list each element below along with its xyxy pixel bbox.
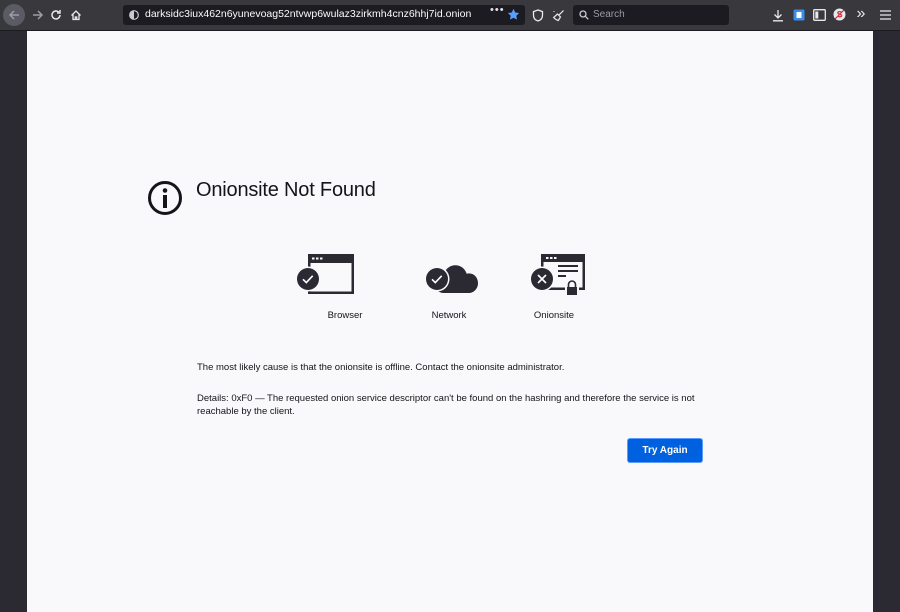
app-menu-button[interactable] (880, 9, 891, 20)
broom-icon (552, 9, 564, 21)
security-level-button[interactable] (531, 8, 544, 22)
browser-toolbar: darksidc3iux462n6yunevoag52ntvwp6wulaz3z… (0, 0, 900, 31)
arrow-right-icon (33, 10, 44, 20)
connection-node-onionsite (519, 253, 599, 304)
error-details-text: Details: 0xF0 — The requested onion serv… (197, 393, 695, 417)
try-again-button[interactable]: Try Again (628, 439, 702, 462)
home-button[interactable] (66, 5, 86, 25)
sidebar-button[interactable] (812, 8, 826, 21)
downloads-button[interactable] (771, 8, 784, 22)
page-actions-button[interactable]: ••• (490, 5, 505, 16)
onion-identity-icon[interactable] (129, 10, 139, 20)
back-button[interactable] (3, 4, 25, 26)
reload-icon (51, 10, 61, 20)
overflow-menu-button[interactable]: » (854, 6, 868, 22)
connection-label-network: Network (431, 310, 467, 321)
search-icon (579, 10, 589, 20)
extension-button[interactable] (792, 8, 805, 21)
bookmark-star-button[interactable] (507, 8, 520, 21)
shield-icon (532, 8, 543, 22)
error-page: Onionsite Not Found Browser Network Onio… (27, 31, 873, 612)
home-icon (71, 10, 81, 21)
forward-button[interactable] (28, 5, 48, 25)
server-lock-icon (529, 254, 585, 295)
page-title: Onionsite Not Found (196, 179, 376, 201)
connection-node-network (414, 253, 494, 302)
star-icon (507, 8, 520, 20)
connection-label-onionsite: Onionsite (533, 310, 575, 321)
new-identity-button[interactable] (551, 8, 565, 22)
reload-button[interactable] (46, 5, 66, 25)
error-cause-text: The most likely cause is that the onions… (197, 362, 565, 373)
noscript-button[interactable] (833, 8, 846, 21)
url-bar[interactable]: darksidc3iux462n6yunevoag52ntvwp6wulaz3z… (123, 5, 525, 25)
connection-label-browser: Browser (327, 310, 363, 321)
noscript-icon (833, 8, 846, 21)
download-icon (772, 9, 783, 21)
browser-window-icon (295, 254, 354, 294)
search-placeholder: Search (593, 9, 625, 20)
extension-icon (793, 9, 804, 20)
cloud-network-icon (424, 265, 478, 293)
hamburger-icon (880, 9, 891, 20)
search-bar[interactable]: Search (573, 5, 729, 25)
url-text: darksidc3iux462n6yunevoag52ntvwp6wulaz3z… (145, 8, 472, 20)
info-icon (148, 181, 182, 215)
arrow-left-icon (8, 10, 19, 20)
connection-node-browser (285, 253, 365, 302)
sidebar-icon (812, 8, 826, 21)
